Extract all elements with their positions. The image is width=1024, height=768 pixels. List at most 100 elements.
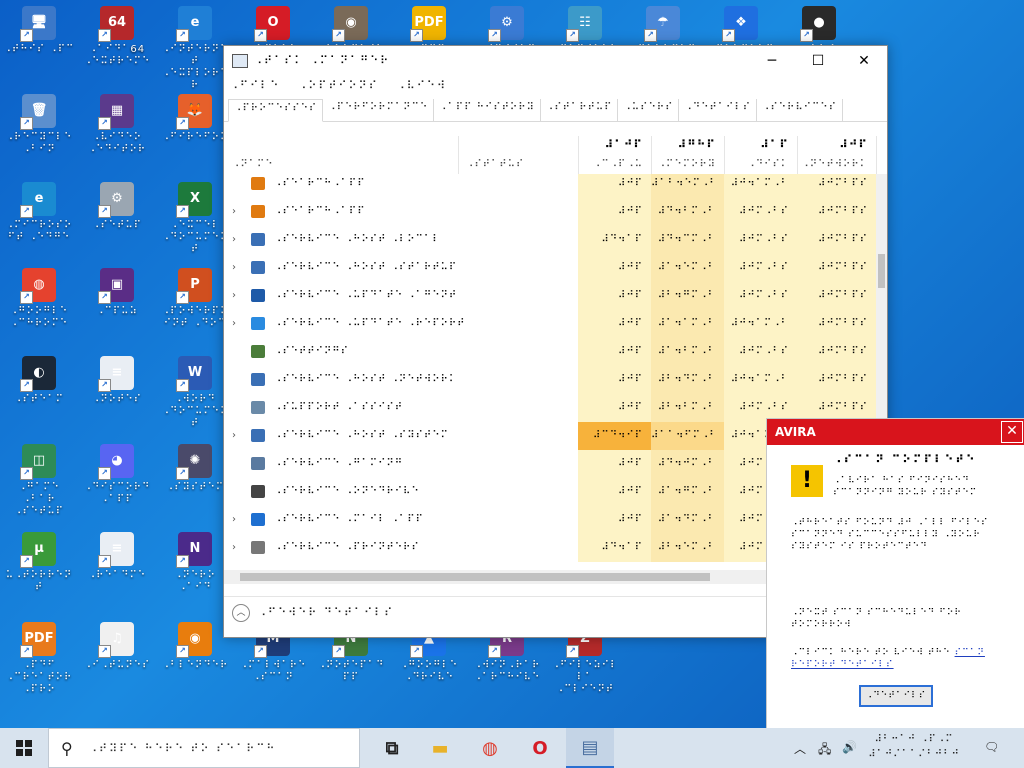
shortcut-arrow-icon: ↗	[488, 645, 501, 658]
vertical-scroll-thumb[interactable]	[878, 254, 885, 288]
close-button[interactable]: ✕	[841, 46, 887, 75]
table-row[interactable]: › ⠠⠎⠑⠗⠧⠊⠉⠑ ⠠⠓⠕⠎⠞ ⠠⠇⠕⠉⠁⠇ ⠼⠙⠲⠁⠏ ⠼⠙⠲⠉⠍⠠⠃ ⠼⠚⠍⠠⠃⠎…	[224, 226, 876, 254]
desktop-icon[interactable]: 64 ↗ ⠠⠁⠊⠙⠁64 ⠠⠑⠭⠞⠗⠑⠍⠑	[80, 6, 154, 68]
desktop-icon[interactable]: ◫ ↗ ⠠⠛⠁⠍⠑ ⠠⠃⠁⠗ ⠠⠎⠑⠞⠥⠏	[2, 444, 76, 518]
desktop-icon[interactable]: W ↗ ⠠⠺⠕⠗⠙ ⠠⠙⠕⠉⠥⠍⠑⠝⠞	[158, 356, 232, 430]
desktop-icon[interactable]: ▦ ↗ ⠠⠧⠊⠙⠑⠕ ⠠⠑⠙⠊⠞⠕⠗	[80, 94, 154, 156]
expand-chevron-icon[interactable]: ›	[232, 234, 236, 245]
column-disk-label: ⠠⠙⠊⠎⠅	[747, 159, 789, 170]
cell-mem: ⠼⠃⠲⠑⠍⠠⠃	[651, 534, 724, 562]
taskbar-opera-button[interactable]: O	[516, 728, 564, 768]
desktop-icon[interactable]: ◉ ↗ ⠠⠃⠇⠑⠝⠙⠑⠗	[158, 622, 232, 672]
table-row[interactable]: › ⠠⠎⠑⠗⠧⠊⠉⠑ ⠠⠓⠕⠎⠞ ⠠⠎⠞⠁⠗⠞⠥⠏ ⠼⠚⠏ ⠼⠁⠲⠑⠍⠠⠃ ⠼⠚⠍⠠⠃⠎…	[224, 254, 876, 282]
expand-chevron-icon[interactable]: ›	[232, 430, 236, 441]
tab-startup[interactable]: ⠠⠎⠞⠁⠗⠞⠥⠏	[541, 99, 619, 121]
column-network-label: ⠠⠝⠑⠞⠺⠕⠗⠅	[801, 159, 868, 170]
table-row[interactable]: › ⠠⠎⠑⠗⠧⠊⠉⠑ ⠠⠥⠏⠙⠁⠞⠑ ⠠⠗⠑⠏⠕⠗⠞ ⠼⠚⠏ ⠼⠁⠲⠁⠍⠠⠃ ⠼⠚⠲⠁⠍…	[224, 310, 876, 338]
column-network[interactable]: ⠼⠚⠏ ⠠⠝⠑⠞⠺⠕⠗⠅	[797, 136, 877, 174]
expand-chevron-icon[interactable]: ›	[232, 542, 236, 553]
cpu-total-percent: ⠼⠁⠚⠏	[604, 138, 643, 151]
avira-details-button[interactable]: ⠠⠙⠑⠞⠁⠊⠇⠎	[859, 685, 933, 707]
desktop-icon[interactable]: e ↗ ⠠⠍⠊⠉⠗⠕⠎⠕⠋⠞ ⠠⠑⠙⠛⠑	[2, 182, 76, 244]
horizontal-scroll-thumb[interactable]	[240, 573, 710, 581]
maximize-button[interactable]: ☐	[795, 46, 841, 75]
taskbar-chrome-button[interactable]: ◍	[466, 728, 514, 768]
fewer-details-link[interactable]: ⠠⠋⠑⠺⠑⠗ ⠙⠑⠞⠁⠊⠇⠎	[258, 606, 394, 619]
app-icon: ● ↗	[800, 6, 836, 42]
column-status[interactable]: ⠠⠎⠞⠁⠞⠥⠎	[458, 136, 579, 174]
table-row[interactable]: ⠠⠎⠑⠗⠧⠊⠉⠑ ⠠⠓⠕⠎⠞ ⠠⠝⠑⠞⠺⠕⠗⠅ ⠼⠚⠏ ⠼⠃⠲⠙⠍⠠⠃ ⠼⠚⠲⠁⠍⠠⠃…	[224, 366, 876, 394]
desktop-icon-label: ⠠⠎⠑⠞⠥⠏	[92, 220, 142, 231]
desktop-icon-label: ⠠⠑⠭⠉⠑⠇ ⠠⠙⠕⠉⠥⠍⠑⠝⠞	[161, 220, 229, 255]
expand-chevron-icon[interactable]: ›	[232, 318, 236, 329]
clock[interactable]: ⠼⠃⠒⠁⠚ ⠠⠏⠠⠍ ⠼⠁⠚⠌⠁⠁⠌⠃⠚⠃⠚	[866, 732, 962, 762]
desktop-icon[interactable]: PDF ↗ ⠠⠏⠙⠋ ⠠⠉⠗⠑⠁⠞⠕⠗ ⠠⠏⠗⠕	[2, 622, 76, 696]
desktop-icon[interactable]: e ↗ ⠠⠊⠝⠞⠑⠗⠝⠑⠞ ⠠⠑⠭⠏⠇⠕⠗⠑⠗	[158, 6, 232, 92]
expand-chevron-icon[interactable]: ›	[232, 290, 236, 301]
title-bar[interactable]: ⠠⠞⠁⠎⠅ ⠠⠍⠁⠝⠁⠛⠑⠗ ─ ☐ ✕	[224, 46, 887, 75]
tray-chevron-icon[interactable]: ︿	[794, 740, 806, 757]
taskbar-task-manager-button[interactable]: ▤	[566, 728, 614, 768]
desktop-icon-label: ⠠⠛⠕⠕⠛⠇⠑ ⠠⠉⠓⠗⠕⠍⠑	[9, 306, 69, 329]
network-icon[interactable]: 🖧	[818, 740, 831, 761]
taskbar-task-view-button[interactable]: ⧉	[368, 728, 416, 768]
tab-services[interactable]: ⠠⠎⠑⠗⠧⠊⠉⠑⠎	[757, 99, 843, 121]
column-memory[interactable]: ⠼⠛⠓⠏ ⠠⠍⠑⠍⠕⠗⠽	[651, 136, 725, 174]
column-disk[interactable]: ⠼⠁⠏ ⠠⠙⠊⠎⠅	[724, 136, 798, 174]
cell-net: ⠼⠚⠍⠃⠏⠎	[797, 282, 876, 310]
chevron-up-icon[interactable]: ︿	[232, 604, 250, 622]
tab-details[interactable]: ⠠⠙⠑⠞⠁⠊⠇⠎	[679, 99, 758, 121]
menu-options[interactable]: ⠠⠕⠏⠞⠊⠕⠝⠎	[298, 79, 378, 92]
desktop-icon[interactable]: µ ↗ ⠥⠠⠞⠕⠗⠗⠑⠝⠞	[2, 532, 76, 594]
desktop-icon[interactable]: ◕ ↗ ⠠⠙⠊⠎⠉⠕⠗⠙ ⠠⠁⠏⠏	[80, 444, 154, 506]
desktop-icon[interactable]: ✺ ↗ ⠠⠎⠽⠎⠞⠑⠍	[158, 444, 232, 494]
desktop-icon[interactable]: ≡ ↗ ⠠⠗⠑⠁⠙⠍⠑	[80, 532, 154, 582]
cell-net: ⠼⠚⠍⠃⠏⠎	[797, 338, 876, 366]
desktop-icon[interactable]: 🗑 ↗ ⠠⠗⠑⠉⠽⠉⠇⠑ ⠠⠃⠊⠝	[2, 94, 76, 156]
start-button[interactable]	[0, 728, 48, 768]
taskbar-file-explorer-button[interactable]: ▬	[416, 728, 464, 768]
desktop-icon[interactable]: N ↗ ⠠⠝⠑⠗⠕ ⠠⠁⠊⠙	[158, 532, 232, 594]
minimize-button[interactable]: ─	[749, 46, 795, 75]
desktop-icon[interactable]: ◐ ↗ ⠠⠎⠞⠑⠁⠍	[2, 356, 76, 406]
expand-chevron-icon[interactable]: ›	[232, 206, 236, 217]
tab-processes[interactable]: ⠠⠏⠗⠕⠉⠑⠎⠎⠑⠎	[228, 99, 324, 122]
expand-chevron-icon[interactable]: ›	[232, 514, 236, 525]
desktop-icon[interactable]: X ↗ ⠠⠑⠭⠉⠑⠇ ⠠⠙⠕⠉⠥⠍⠑⠝⠞	[158, 182, 232, 256]
taskbar: ⚲ ⠠⠞⠽⠏⠑ ⠓⠑⠗⠑ ⠞⠕ ⠎⠑⠁⠗⠉⠓ ⧉ ▬ ◍ O ▤ ︿ 🖧 🔊 ⠼⠃⠒⠁⠚…	[0, 728, 1024, 768]
avira-close-button[interactable]: ✕	[1001, 421, 1023, 443]
desktop-icon[interactable]: ◍ ↗ ⠠⠛⠕⠕⠛⠇⠑ ⠠⠉⠓⠗⠕⠍⠑	[2, 268, 76, 330]
tab-performance[interactable]: ⠠⠏⠑⠗⠋⠕⠗⠍⠁⠝⠉⠑	[323, 99, 435, 121]
desktop-icon[interactable]: ≡ ↗ ⠠⠝⠕⠞⠑⠎	[80, 356, 154, 406]
desktop-icon[interactable]: 🖥 ↗ ⠠⠞⠓⠊⠎ ⠠⠏⠉	[2, 6, 76, 56]
table-row[interactable]: › ⠠⠎⠑⠁⠗⠉⠓⠠⠁⠏⠏ ⠼⠚⠏ ⠼⠙⠲⠃⠍⠠⠃ ⠼⠚⠍⠠⠃⠎ ⠼⠚⠍⠃⠏⠎	[224, 198, 876, 226]
desktop-icon[interactable]: P ↗ ⠠⠏⠕⠺⠑⠗⠏⠕⠊⠝⠞ ⠠⠙⠕⠉	[158, 268, 232, 330]
desktop-icon[interactable]: 🦊 ↗ ⠠⠋⠊⠗⠑⠋⠕⠭	[158, 94, 232, 144]
table-row[interactable]: ⠠⠎⠑⠞⠞⠊⠝⠛⠎ ⠼⠚⠏ ⠼⠁⠲⠃⠍⠠⠃ ⠼⠚⠍⠠⠃⠎ ⠼⠚⠍⠃⠏⠎	[224, 338, 876, 366]
notification-icon[interactable]: 🗨	[984, 740, 999, 754]
shortcut-arrow-icon: ↗	[20, 205, 33, 218]
cell-disk: ⠼⠚⠍⠠⠃⠎	[724, 254, 797, 282]
menu-view[interactable]: ⠠⠧⠊⠑⠺	[397, 79, 447, 92]
shortcut-arrow-icon: ↗	[98, 291, 111, 304]
desktop-icon-label: ⠠⠛⠁⠍⠑ ⠠⠃⠁⠗ ⠠⠎⠑⠞⠥⠏	[14, 482, 64, 517]
table-row[interactable]: › ⠠⠎⠑⠗⠧⠊⠉⠑ ⠠⠥⠏⠙⠁⠞⠑ ⠠⠁⠛⠑⠝⠞ ⠼⠚⠏ ⠼⠃⠲⠛⠍⠠⠃ ⠼⠚⠍⠠⠃⠎…	[224, 282, 876, 310]
shortcut-arrow-icon: ↗	[98, 467, 111, 480]
desktop-icon[interactable]: ⚙ ↗ ⠠⠎⠑⠞⠥⠏	[80, 182, 154, 232]
column-cpu[interactable]: ⠼⠁⠚⠏ ⠠⠉⠠⠏⠠⠥	[578, 136, 652, 174]
column-name[interactable]: ⠠⠝⠁⠍⠑	[224, 136, 459, 174]
tab-users[interactable]: ⠠⠥⠎⠑⠗⠎	[618, 99, 680, 121]
process-name: ⠠⠎⠑⠁⠗⠉⠓⠠⠁⠏⠏	[274, 206, 366, 217]
volume-icon[interactable]: 🔊	[842, 740, 857, 754]
table-row[interactable]: ⠠⠎⠑⠁⠗⠉⠓⠠⠁⠏⠏ ⠼⠚⠏ ⠼⠁⠃⠲⠑⠍⠠⠃ ⠼⠚⠲⠁⠍⠠⠃ ⠼⠚⠍⠃⠏⠎	[224, 174, 876, 198]
cell-mem: ⠼⠁⠁⠲⠋⠍⠠⠃	[651, 422, 724, 450]
tab-strip: ⠠⠏⠗⠕⠉⠑⠎⠎⠑⠎ ⠠⠏⠑⠗⠋⠕⠗⠍⠁⠝⠉⠑ ⠠⠁⠏⠏ ⠓⠊⠎⠞⠕⠗⠽ ⠠⠎⠞…	[224, 99, 887, 122]
search-box[interactable]: ⚲ ⠠⠞⠽⠏⠑ ⠓⠑⠗⠑ ⠞⠕ ⠎⠑⠁⠗⠉⠓	[48, 728, 360, 768]
menu-file[interactable]: ⠠⠋⠊⠇⠑	[230, 79, 280, 92]
tab-app-history[interactable]: ⠠⠁⠏⠏ ⠓⠊⠎⠞⠕⠗⠽	[434, 99, 541, 121]
desktop-icon[interactable]: ♫ ↗ ⠠⠊⠠⠞⠥⠝⠑⠎	[80, 622, 154, 672]
desktop-icon[interactable]: ▣ ↗ ⠠⠉⠏⠥⠵	[80, 268, 154, 318]
search-icon: ⚲	[61, 739, 73, 758]
desktop-icon-label: ⠠⠍⠊⠉⠗⠕⠎⠕⠋⠞ ⠠⠑⠙⠛⠑	[5, 220, 73, 243]
expand-chevron-icon[interactable]: ›	[232, 262, 236, 273]
